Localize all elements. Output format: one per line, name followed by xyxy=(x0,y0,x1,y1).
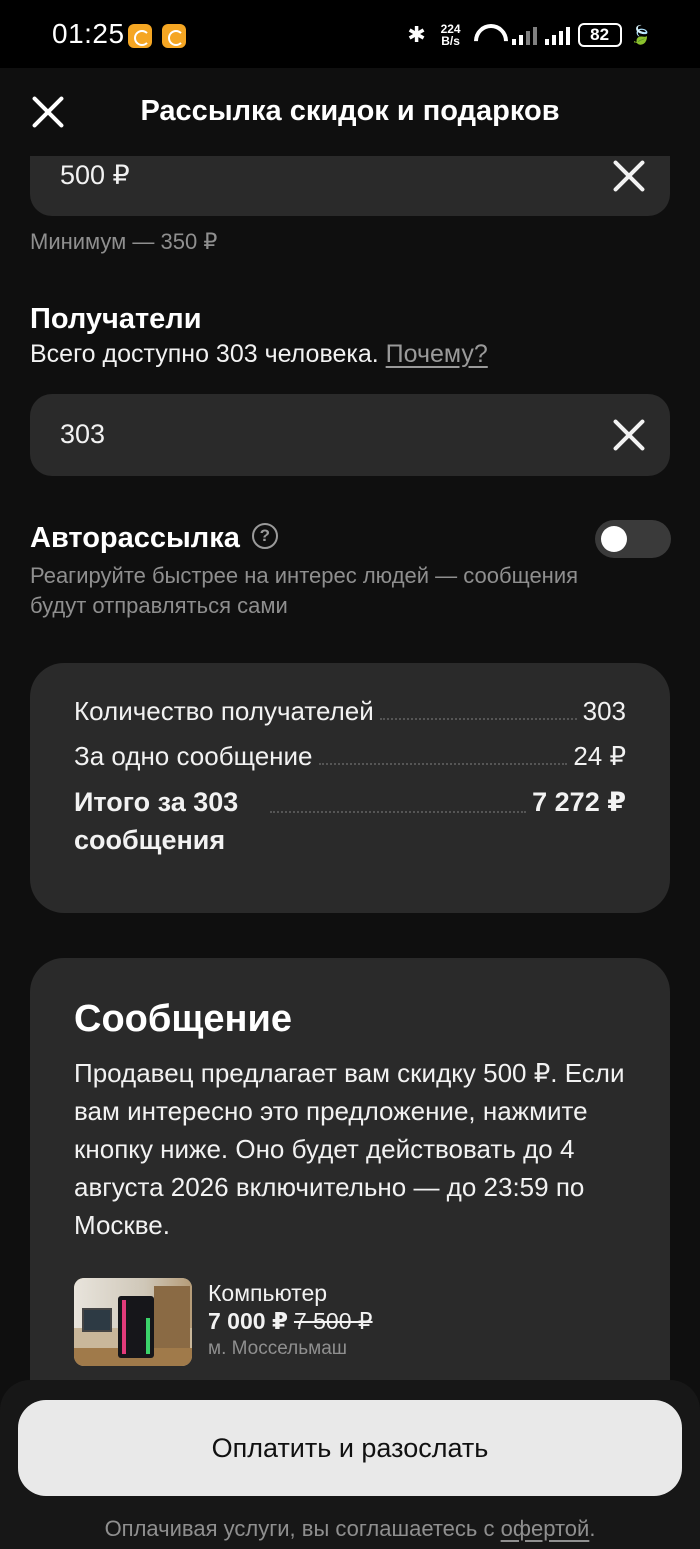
discount-value: 500 ₽ xyxy=(60,160,130,190)
clear-discount-icon[interactable] xyxy=(612,159,646,193)
product-preview[interactable]: Компьютер 7 000 ₽7 500 ₽ м. Моссельмаш xyxy=(74,1278,594,1368)
message-title: Сообщение xyxy=(74,998,292,1040)
network-speed: 224 B/s xyxy=(440,22,461,48)
recipients-available: Всего доступно 303 человека. Почему? xyxy=(30,340,488,368)
battery-saver-icon: 🍃 xyxy=(629,24,652,45)
recipients-title: Получатели xyxy=(30,303,202,335)
product-metro: м. Моссельмаш xyxy=(208,1338,348,1359)
auto-mailing-title: Авторассылка? xyxy=(30,522,278,555)
product-image xyxy=(74,1278,192,1366)
total-value: 7 272 ₽ xyxy=(532,787,626,817)
summary-total-row: Итого за 303 сообщения 7 272 ₽ xyxy=(74,783,626,859)
product-old-price: 7 500 ₽ xyxy=(293,1308,373,1334)
summary-row: Количество получателей 303 xyxy=(74,696,626,726)
offer-link[interactable]: офертой xyxy=(501,1516,590,1541)
notification-app-icon xyxy=(162,24,186,48)
pay-and-send-button[interactable]: Оплатить и разослать xyxy=(18,1400,682,1496)
signal-icon xyxy=(511,25,537,45)
help-icon[interactable]: ? xyxy=(251,523,278,550)
recipients-value: 303 xyxy=(60,419,106,449)
bluetooth-icon: ✱ xyxy=(407,22,426,47)
product-name: Компьютер xyxy=(208,1280,328,1306)
status-icons: ✱ 224 B/s 82 🍃 xyxy=(406,20,652,50)
recipients-field[interactable]: 303 xyxy=(30,394,670,476)
auto-mailing-toggle[interactable] xyxy=(595,520,671,558)
status-time: 01:25 xyxy=(52,18,125,49)
auto-mailing-description: Реагируйте быстрее на интерес людей — со… xyxy=(30,563,579,618)
why-link[interactable]: Почему? xyxy=(386,340,488,368)
total-label: Итого за 303 сообщения xyxy=(74,787,239,855)
battery-icon: 82 xyxy=(577,23,622,47)
status-bar: 01:25 ✱ 224 B/s 82 🍃 xyxy=(0,0,700,68)
agreement-text: Оплачивая услуги, вы соглашаетесь с офер… xyxy=(104,1516,596,1541)
notification-app-icon xyxy=(128,24,152,48)
wifi-icon xyxy=(474,24,504,46)
summary-row: За одно сообщение 24 ₽ xyxy=(74,741,626,771)
clear-recipients-icon[interactable] xyxy=(612,418,646,452)
header: Рассылка скидок и подарков xyxy=(0,68,700,156)
toggle-knob xyxy=(601,526,627,552)
product-price: 7 000 ₽7 500 ₽ xyxy=(208,1308,373,1334)
discount-hint: Минимум — 350 ₽ xyxy=(30,229,218,254)
page-title: Рассылка скидок и подарков xyxy=(140,95,560,127)
signal-icon xyxy=(544,25,570,45)
message-body: Продавец предлагает вам скидку 500 ₽. Ес… xyxy=(74,1058,625,1240)
summary-card: Количество получателей 303 За одно сообщ… xyxy=(30,663,670,913)
bottom-bar: Оплатить и разослать Оплачивая услуги, в… xyxy=(0,1380,700,1549)
